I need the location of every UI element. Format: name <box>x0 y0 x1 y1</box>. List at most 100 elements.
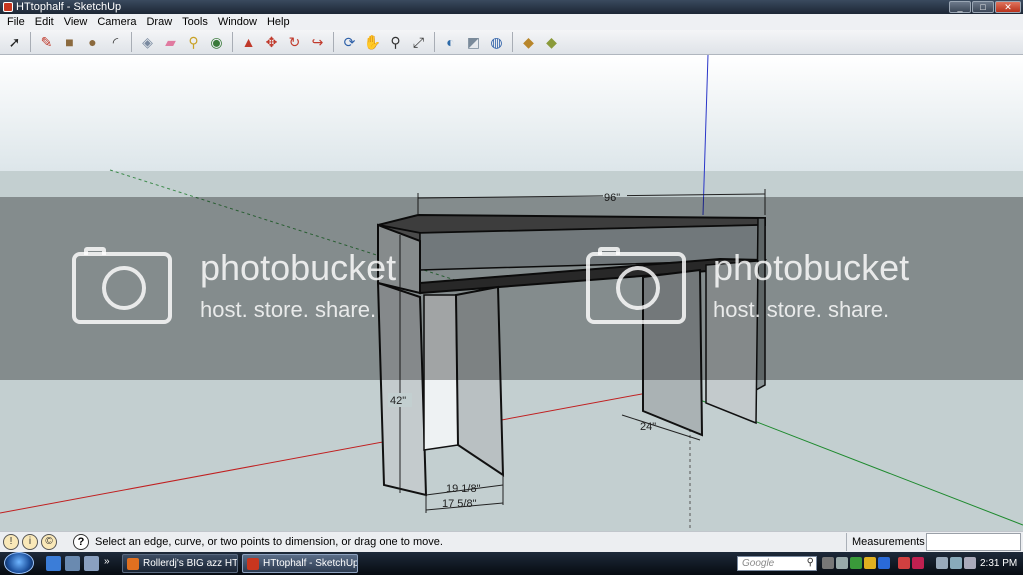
arc-tool-button[interactable]: ◜ <box>105 32 126 53</box>
volume-icon[interactable] <box>964 557 976 569</box>
minimize-button[interactable]: _ <box>949 1 971 13</box>
orbit-tool-button[interactable]: ⟳ <box>339 32 360 53</box>
rectangle-tool-button[interactable]: ■ <box>59 32 80 53</box>
measurements-label: Measurements <box>852 536 925 548</box>
user-icon[interactable]: © <box>41 534 57 550</box>
move-tool-button[interactable]: ✥ <box>261 32 282 53</box>
get-models-icon: ◍ <box>490 34 503 50</box>
show-desktop-icon[interactable] <box>65 556 80 571</box>
tape-measure-tool-button[interactable]: ⚲ <box>183 32 204 53</box>
credits-icon[interactable]: i <box>22 534 38 550</box>
paint-bucket-tool-button[interactable]: ◉ <box>206 32 227 53</box>
window-title: HTtophalf - SketchUp <box>16 1 122 13</box>
get-models-tool-button[interactable]: ◍ <box>486 32 507 53</box>
tray-smiley-icon[interactable] <box>864 557 876 569</box>
task-rollerdj[interactable]: Rollerdj's BIG azz HT... <box>122 554 238 573</box>
network-icon[interactable] <box>950 557 962 569</box>
menu-camera[interactable]: Camera <box>92 14 141 30</box>
menu-file[interactable]: File <box>2 14 30 30</box>
tray-red-icon[interactable] <box>898 557 910 569</box>
make-component-tool-button[interactable]: ◈ <box>137 32 158 53</box>
rectangle-icon: ■ <box>65 34 74 50</box>
pan-tool-button[interactable]: ✋ <box>362 32 383 53</box>
toolbar-separator <box>30 32 31 52</box>
tray-gmail-icon[interactable] <box>912 557 924 569</box>
maximize-button[interactable]: □ <box>972 1 994 13</box>
share-model-tool-button[interactable]: ◆ <box>518 32 539 53</box>
rotate-tool-button[interactable]: ↻ <box>284 32 305 53</box>
task-sketchup[interactable]: HTtophalf - SketchUp <box>242 554 358 573</box>
watermark-brand-2: photobucket <box>713 247 910 288</box>
pencil-tool-button[interactable]: ✎ <box>36 32 57 53</box>
start-button[interactable] <box>4 552 34 574</box>
dim-label-24: 24" <box>640 421 656 433</box>
circle-icon: ● <box>88 34 97 50</box>
components-tool-button[interactable]: ◆ <box>541 32 562 53</box>
quicklaunch-chevron-icon[interactable]: » <box>104 556 114 571</box>
status-bar: ! i © ? Select an edge, curve, or two po… <box>0 531 1023 552</box>
tray-arrow-icon[interactable] <box>822 557 834 569</box>
zoom-tool-button[interactable]: ⚲ <box>385 32 406 53</box>
battery-icon[interactable] <box>936 557 948 569</box>
eraser-icon: ▰ <box>165 34 176 50</box>
toolbar-separator <box>232 32 233 52</box>
tray-blue-icon[interactable] <box>878 557 890 569</box>
rotate-icon: ↻ <box>288 34 301 50</box>
watermark-tagline-2: host. store. share. <box>713 297 890 322</box>
select-tool-button[interactable]: ➚ <box>4 32 25 53</box>
sketchup-icon <box>247 558 259 570</box>
help-icon[interactable]: ? <box>73 534 89 550</box>
search-icon[interactable]: ⚲ <box>807 557 814 568</box>
menu-draw[interactable]: Draw <box>141 14 177 30</box>
search-placeholder: Google <box>742 558 775 569</box>
ie-icon[interactable] <box>46 556 61 571</box>
paint-bucket-icon: ◉ <box>210 34 223 50</box>
circle-tool-button[interactable]: ● <box>82 32 103 53</box>
offset-icon: ↪ <box>311 34 324 50</box>
close-button[interactable]: ✕ <box>995 1 1021 13</box>
clock[interactable]: 2:31 PM <box>980 552 1017 575</box>
zoom-extents-icon: ⤢ <box>412 34 425 50</box>
toolbar-separator <box>434 32 435 52</box>
title-bar: HTtophalf - SketchUp _ □ ✕ <box>0 0 1023 14</box>
menu-bar: File Edit View Camera Draw Tools Window … <box>0 14 1023 30</box>
push-pull-icon: ▲ <box>241 34 256 50</box>
previous-view-icon: ◐ <box>446 34 455 50</box>
zoom-icon: ⚲ <box>390 34 401 50</box>
previous-view-tool-button[interactable]: ◐ <box>440 32 461 53</box>
dim-label-42: 42" <box>390 395 406 407</box>
window-controls: _ □ ✕ <box>949 1 1021 13</box>
pencil-icon: ✎ <box>40 34 53 50</box>
next-view-icon: ◩ <box>466 34 481 50</box>
toolbar-separator <box>131 32 132 52</box>
status-divider <box>846 533 847 551</box>
zoom-extents-tool-button[interactable]: ⤢ <box>408 32 429 53</box>
eraser-tool-button[interactable]: ▰ <box>160 32 181 53</box>
sky <box>0 55 1023 171</box>
sketchup-app-icon <box>3 2 13 12</box>
google-search-input[interactable]: Google ⚲ <box>737 556 817 571</box>
firefox-icon <box>127 558 139 570</box>
camera-icon <box>72 247 172 324</box>
next-view-tool-button[interactable]: ◩ <box>463 32 484 53</box>
menu-view[interactable]: View <box>59 14 93 30</box>
measurements-input[interactable] <box>926 533 1021 551</box>
menu-window[interactable]: Window <box>213 14 262 30</box>
menu-tools[interactable]: Tools <box>177 14 213 30</box>
task-label: Rollerdj's BIG azz HT... <box>143 558 238 569</box>
taskbar: » Rollerdj's BIG azz HT... HTtophalf - S… <box>0 552 1023 575</box>
menu-edit[interactable]: Edit <box>30 14 59 30</box>
switch-windows-icon[interactable] <box>84 556 99 571</box>
camera-icon <box>586 247 686 324</box>
status-hint: Select an edge, curve, or two points to … <box>95 536 443 548</box>
georeference-icon[interactable]: ! <box>3 534 19 550</box>
tray-window-icon[interactable] <box>836 557 848 569</box>
orbit-icon: ⟳ <box>343 34 356 50</box>
make-component-icon: ◈ <box>142 34 153 50</box>
offset-tool-button[interactable]: ↪ <box>307 32 328 53</box>
menu-help[interactable]: Help <box>262 14 295 30</box>
tray-green-icon[interactable] <box>850 557 862 569</box>
components-icon: ◆ <box>546 34 557 50</box>
share-model-icon: ◆ <box>523 34 534 50</box>
push-pull-tool-button[interactable]: ▲ <box>238 32 259 53</box>
